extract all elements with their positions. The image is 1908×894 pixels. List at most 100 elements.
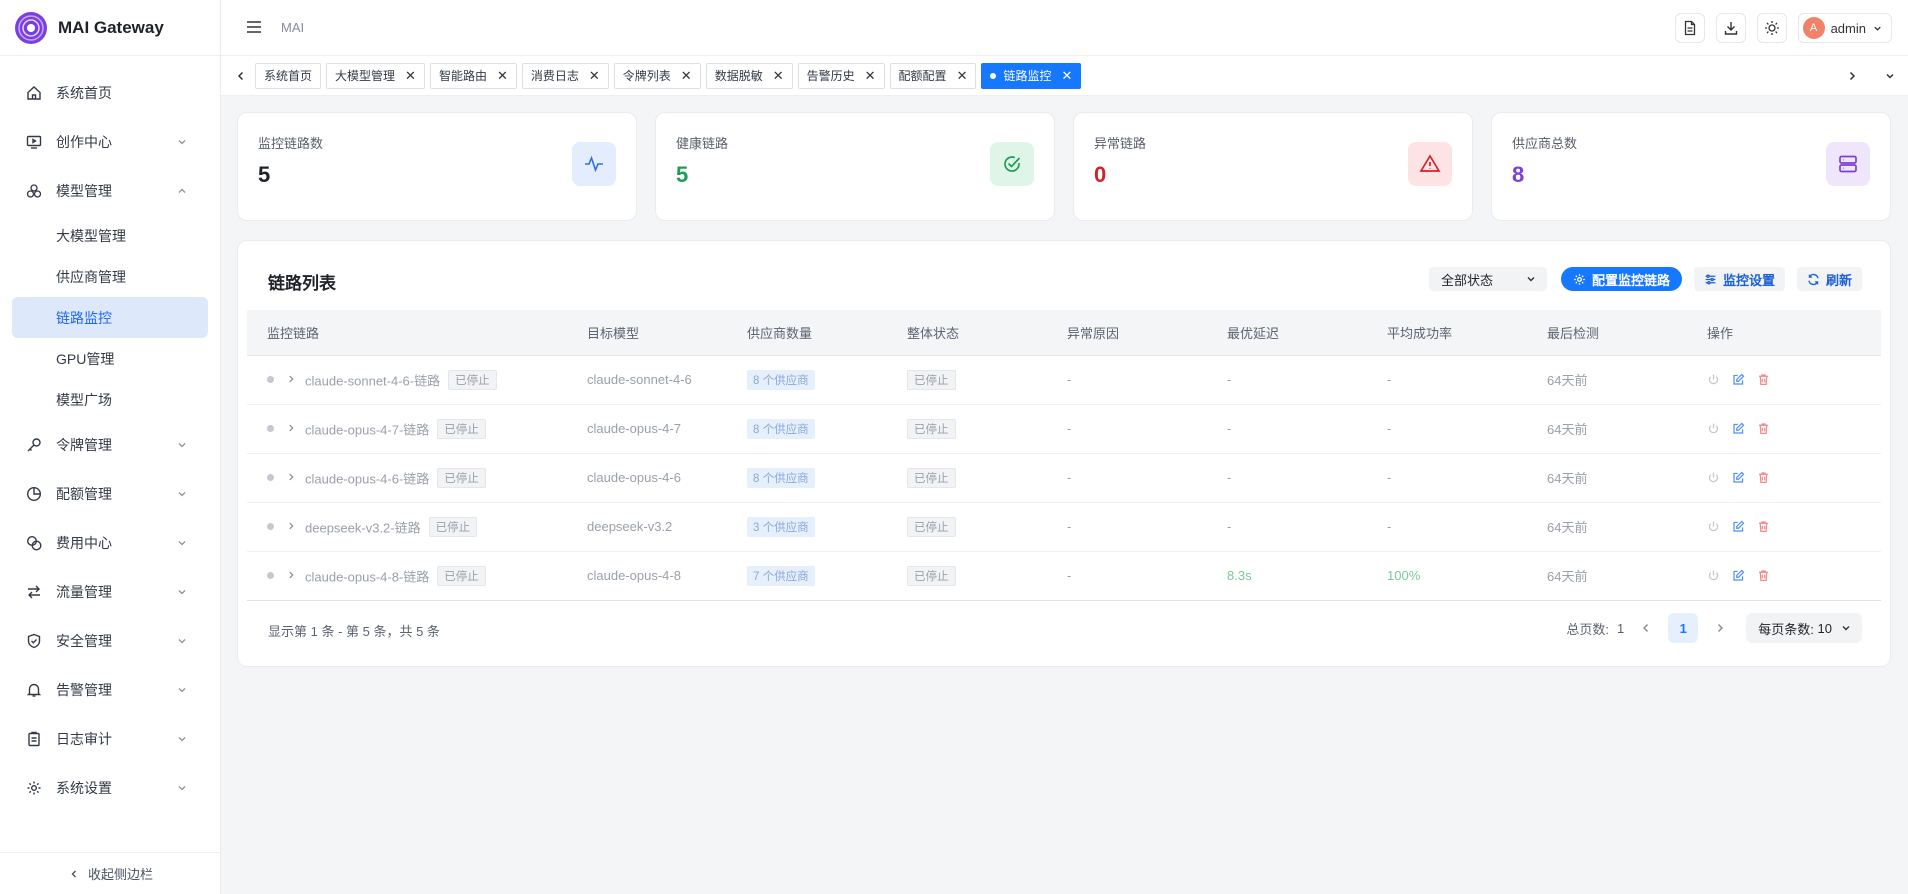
refresh-button[interactable]: 刷新	[1796, 267, 1862, 291]
expand-chevron-icon[interactable]	[286, 470, 296, 485]
best-latency: -	[1227, 470, 1232, 485]
close-icon[interactable]: ✕	[681, 68, 692, 84]
username: admin	[1830, 20, 1866, 36]
power-icon[interactable]	[1707, 569, 1720, 582]
power-icon[interactable]	[1707, 471, 1720, 484]
document-icon	[1684, 20, 1695, 36]
sidebar-item-settings[interactable]: 系统设置	[0, 763, 220, 812]
sidebar-subitem-llm[interactable]: 大模型管理	[12, 215, 208, 256]
last-check: 64天前	[1547, 569, 1588, 584]
tab-smart-routing[interactable]: 智能路由 ✕	[429, 62, 517, 89]
chevron-down-icon	[176, 537, 188, 549]
delete-icon[interactable]	[1757, 471, 1770, 484]
best-latency: 8.3s	[1227, 568, 1252, 583]
delete-icon[interactable]	[1757, 422, 1770, 435]
edit-icon[interactable]	[1732, 373, 1745, 386]
current-page-button[interactable]: 1	[1668, 613, 1699, 643]
sidebar-subitem-gpu[interactable]: GPU管理	[12, 338, 208, 379]
monitor-settings-button[interactable]: 监控设置	[1693, 267, 1785, 291]
chevron-down-icon	[176, 782, 188, 794]
edit-icon[interactable]	[1732, 422, 1745, 435]
link-table: 监控链路 目标模型 供应商数量 整体状态 异常原因 最优延迟 平均成功率 最后检…	[247, 310, 1881, 601]
delete-icon[interactable]	[1757, 520, 1770, 533]
cubes-icon	[25, 182, 43, 200]
sidebar-item-traffic[interactable]: 流量管理	[0, 567, 220, 616]
tab-home[interactable]: 系统首页	[255, 62, 322, 89]
column-header: 异常原因	[1067, 310, 1227, 356]
delete-icon[interactable]	[1757, 373, 1770, 386]
tab-data-masking[interactable]: 数据脱敏 ✕	[705, 62, 793, 89]
sidebar-subitem-providers[interactable]: 供应商管理	[12, 256, 208, 297]
tabs-scroll-right-icon[interactable]	[1842, 66, 1862, 86]
target-model: deepseek-v3.2	[587, 519, 673, 534]
tabs-menu-chevron-down-icon[interactable]	[1880, 66, 1900, 86]
stat-label: 供应商总数	[1512, 136, 1578, 151]
tab-consumption-log[interactable]: 消费日志 ✕	[521, 62, 609, 89]
status-filter-value: 全部状态	[1440, 272, 1493, 288]
stat-card-monitored: 监控链路数 5	[237, 112, 637, 221]
prev-page-chevron-left-icon[interactable]	[1636, 618, 1656, 638]
configure-monitor-button[interactable]: 配置监控链路	[1560, 267, 1682, 291]
avg-success-rate: 100%	[1387, 568, 1421, 583]
tab-token-list[interactable]: 令牌列表 ✕	[613, 62, 701, 89]
sidebar-item-models[interactable]: 模型管理	[0, 166, 220, 215]
close-icon[interactable]: ✕	[865, 68, 876, 84]
error-reason: -	[1067, 372, 1072, 387]
close-icon[interactable]: ✕	[957, 68, 968, 84]
expand-chevron-icon[interactable]	[286, 568, 296, 583]
menu-toggle-icon[interactable]	[245, 18, 265, 38]
edit-icon[interactable]	[1732, 520, 1745, 533]
close-icon[interactable]: ✕	[405, 68, 416, 84]
status-filter-select[interactable]: 全部状态	[1428, 267, 1547, 291]
close-icon[interactable]: ✕	[589, 68, 600, 84]
expand-chevron-icon[interactable]	[286, 519, 296, 534]
sidebar-item-creation[interactable]: 创作中心	[0, 117, 220, 166]
power-icon[interactable]	[1707, 373, 1720, 386]
sidebar-item-billing[interactable]: 费用中心	[0, 518, 220, 567]
expand-chevron-icon[interactable]	[286, 372, 296, 387]
avg-success-rate: -	[1387, 519, 1392, 534]
edit-icon[interactable]	[1732, 569, 1745, 582]
sidebar-item-quota[interactable]: 配额管理	[0, 469, 220, 518]
sidebar-item-audit[interactable]: 日志审计	[0, 714, 220, 763]
tab-link-monitor[interactable]: 链路监控 ✕	[981, 62, 1082, 89]
tab-alert-history[interactable]: 告警历史 ✕	[797, 62, 885, 89]
sidebar-item-security[interactable]: 安全管理	[0, 616, 220, 665]
delete-icon[interactable]	[1757, 569, 1770, 582]
tab-quota-config[interactable]: 配额配置 ✕	[889, 62, 977, 89]
chain-status-tag: 已停止	[428, 516, 478, 537]
tabs-scroll-left-icon[interactable]	[231, 66, 251, 86]
active-dot	[990, 72, 997, 79]
status-dot	[267, 474, 274, 481]
docs-button[interactable]	[1674, 13, 1705, 43]
close-icon[interactable]: ✕	[497, 68, 508, 84]
power-icon[interactable]	[1707, 520, 1720, 533]
sidebar-item-home[interactable]: 系统首页	[0, 68, 220, 117]
sidebar-subitem-link-monitor[interactable]: 链路监控	[12, 297, 208, 338]
last-check: 64天前	[1547, 373, 1588, 388]
edit-icon[interactable]	[1732, 471, 1745, 484]
power-icon[interactable]	[1707, 422, 1720, 435]
tabs-bar: 系统首页 大模型管理 ✕ 智能路由 ✕ 消费日志 ✕ 令牌列表 ✕ 数据脱敏 ✕ 告警历史…	[221, 56, 1908, 96]
overall-status-tag: 已停止	[907, 467, 956, 488]
column-header: 最后检测	[1547, 310, 1707, 356]
sidebar-item-label: 安全管理	[56, 632, 112, 649]
page-size-select[interactable]: 每页条数: 10	[1746, 613, 1862, 643]
collapse-sidebar-button[interactable]: 收起侧边栏	[0, 852, 221, 894]
chain-status-tag: 已停止	[437, 565, 486, 586]
close-icon[interactable]: ✕	[773, 68, 784, 84]
chain-status-tag: 已停止	[448, 369, 497, 390]
next-page-chevron-right-icon[interactable]	[1710, 618, 1730, 638]
close-icon[interactable]: ✕	[1061, 68, 1072, 84]
sidebar-item-label: 系统设置	[56, 779, 112, 796]
user-menu[interactable]: A admin	[1797, 13, 1892, 43]
sidebar-subitem-model-square[interactable]: 模型广场	[12, 379, 208, 420]
expand-chevron-icon[interactable]	[286, 421, 296, 436]
theme-toggle-button[interactable]	[1756, 13, 1787, 43]
download-button[interactable]	[1715, 13, 1746, 43]
pie-chart-icon	[25, 485, 43, 503]
warning-triangle-icon	[1408, 142, 1452, 186]
tab-llm-management[interactable]: 大模型管理 ✕	[326, 62, 425, 89]
sidebar-item-alerts[interactable]: 告警管理	[0, 665, 220, 714]
sidebar-item-tokens[interactable]: 令牌管理	[0, 420, 220, 469]
